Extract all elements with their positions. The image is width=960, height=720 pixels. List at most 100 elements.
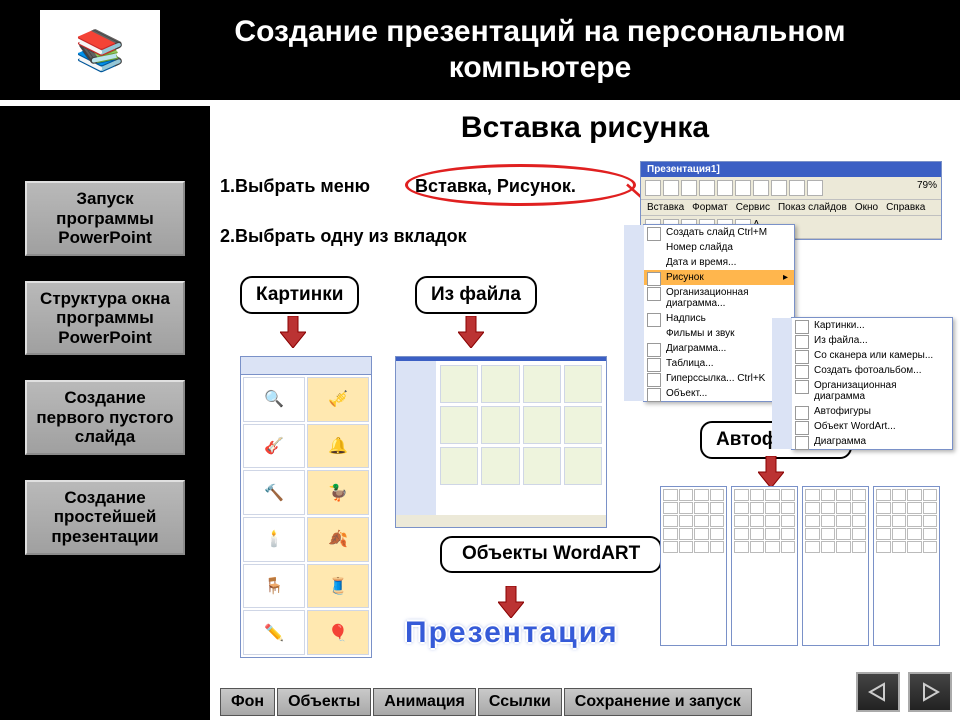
sidebar-item-simple-pres[interactable]: Создание простейшей презентации: [25, 480, 185, 555]
menu-item[interactable]: Объект...: [624, 386, 794, 401]
toolbar-icon: [753, 180, 769, 196]
autoshape-palette[interactable]: [873, 486, 940, 646]
clipart-thumb[interactable]: 🎺: [307, 377, 369, 422]
clipart-thumb[interactable]: 🔍: [243, 377, 305, 422]
menu-item[interactable]: Фильмы и звук▸: [624, 326, 794, 341]
file-thumb[interactable]: [481, 406, 519, 444]
tag-wordart[interactable]: Объекты WordART: [440, 536, 662, 573]
menubar-item[interactable]: Сервис: [736, 202, 770, 213]
clipart-thumb[interactable]: 🎈: [307, 610, 369, 655]
sidebar-item-structure[interactable]: Структура окна программы PowerPoint: [25, 281, 185, 356]
menu-item-icon: [795, 320, 809, 334]
menu-item-icon: [647, 272, 661, 286]
toolbar-icon: [789, 180, 805, 196]
clipart-header: [241, 357, 371, 375]
submenu-item[interactable]: Со сканера или камеры...: [772, 348, 952, 363]
file-thumb[interactable]: [440, 447, 478, 485]
menubar-item[interactable]: Вставка: [647, 202, 684, 213]
menu-item-icon: [795, 365, 809, 379]
submenu-item[interactable]: Автофигуры: [772, 404, 952, 419]
tab-links[interactable]: Ссылки: [478, 688, 562, 716]
triangle-right-icon: [920, 682, 940, 702]
submenu-item[interactable]: Картинки...: [772, 318, 952, 333]
next-slide-button[interactable]: [908, 672, 952, 712]
clipart-thumb[interactable]: 🔨: [243, 470, 305, 515]
menu-item-icon: [795, 421, 809, 435]
file-thumb[interactable]: [523, 447, 561, 485]
file-thumb[interactable]: [481, 447, 519, 485]
step-1a: 1.Выбрать меню: [220, 176, 370, 197]
down-arrow-icon: [758, 456, 784, 488]
tab-background[interactable]: Фон: [220, 688, 275, 716]
logo-book-icon: 📚: [40, 10, 160, 90]
menu-item[interactable]: Создать слайд Ctrl+M: [624, 225, 794, 240]
toolbar-icon: [717, 180, 733, 196]
tab-save-run[interactable]: Сохранение и запуск: [564, 688, 752, 716]
down-arrow-icon: [458, 316, 484, 348]
file-thumb[interactable]: [564, 406, 602, 444]
menu-item[interactable]: Номер слайда: [624, 240, 794, 255]
menubar-item[interactable]: Справка: [886, 202, 925, 213]
file-thumb[interactable]: [523, 365, 561, 403]
clipart-thumb[interactable]: 🧵: [307, 564, 369, 609]
sidebar: Запуск программы PowerPoint Структура ок…: [0, 106, 210, 720]
clipart-thumb[interactable]: 🎸: [243, 424, 305, 469]
menu-item-icon: [647, 343, 661, 357]
clipart-thumb[interactable]: 🪑: [243, 564, 305, 609]
menu-item-selected[interactable]: Рисунок▸: [624, 270, 794, 285]
file-thumb[interactable]: [481, 365, 519, 403]
autoshape-palette[interactable]: [660, 486, 727, 646]
menu-item[interactable]: Гиперссылка... Ctrl+K: [624, 371, 794, 386]
sidebar-item-launch[interactable]: Запуск программы PowerPoint: [25, 181, 185, 256]
tab-animation[interactable]: Анимация: [373, 688, 476, 716]
menubar-item[interactable]: Формат: [692, 202, 728, 213]
pp-toolbar: 79%: [641, 177, 941, 200]
submenu-item[interactable]: Объект WordArt...: [772, 419, 952, 434]
tag-from-file[interactable]: Из файла: [415, 276, 537, 314]
sidebar-item-first-slide[interactable]: Создание первого пустого слайда: [25, 380, 185, 455]
slide-content: Вставка рисунка 1.Выбрать меню Вставка, …: [210, 106, 960, 720]
menu-item[interactable]: Таблица...: [624, 356, 794, 371]
triangle-left-icon: [868, 682, 888, 702]
menu-item[interactable]: Дата и время...: [624, 255, 794, 270]
tab-objects[interactable]: Объекты: [277, 688, 371, 716]
clipart-thumb[interactable]: ✏️: [243, 610, 305, 655]
clipart-thumb[interactable]: 🦆: [307, 470, 369, 515]
clipart-thumb[interactable]: 🔔: [307, 424, 369, 469]
autoshape-palette[interactable]: [731, 486, 798, 646]
clipart-pane: 🔍🎺 🎸🔔 🔨🦆 🕯️🍂 🪑🧵 ✏️🎈: [240, 356, 372, 658]
submenu-item[interactable]: Из файла...: [772, 333, 952, 348]
menubar-item[interactable]: Показ слайдов: [778, 202, 847, 213]
menu-item-icon: [647, 358, 661, 372]
header: 📚 Создание презентаций на персональном к…: [0, 0, 960, 106]
file-thumb[interactable]: [440, 406, 478, 444]
tag-pictures[interactable]: Картинки: [240, 276, 359, 314]
pp-titlebar: Презентация1]: [641, 162, 941, 177]
clipart-thumb[interactable]: 🕯️: [243, 517, 305, 562]
submenu-item[interactable]: Диаграмма: [772, 434, 952, 449]
pp-submenu: Картинки... Из файла... Со сканера или к…: [791, 317, 953, 450]
menu-item[interactable]: Диаграмма...: [624, 341, 794, 356]
submenu-item[interactable]: Организационная диаграмма: [772, 378, 952, 404]
file-thumb[interactable]: [564, 447, 602, 485]
file-thumb[interactable]: [440, 365, 478, 403]
clipart-thumb[interactable]: 🍂: [307, 517, 369, 562]
menu-item-icon: [647, 388, 661, 402]
down-arrow-icon: [498, 586, 524, 618]
file-thumb[interactable]: [564, 365, 602, 403]
toolbar-icon: [699, 180, 715, 196]
toolbar-icon: [807, 180, 823, 196]
step-2: 2.Выбрать одну из вкладок: [220, 226, 467, 247]
submenu-item[interactable]: Создать фотоальбом...: [772, 363, 952, 378]
menubar-item[interactable]: Окно: [855, 202, 878, 213]
pp-menubar: Вставка Формат Сервис Показ слайдов Окно…: [641, 200, 941, 216]
autoshape-palette[interactable]: [802, 486, 869, 646]
prev-slide-button[interactable]: [856, 672, 900, 712]
menu-item[interactable]: Организационная диаграмма...: [624, 285, 794, 311]
menu-item-icon: [795, 350, 809, 364]
file-thumb[interactable]: [523, 406, 561, 444]
menu-item-icon: [795, 406, 809, 420]
file-dialog-sidebar: [396, 361, 436, 515]
menu-item-icon: [795, 436, 809, 450]
menu-item[interactable]: Надпись: [624, 311, 794, 326]
